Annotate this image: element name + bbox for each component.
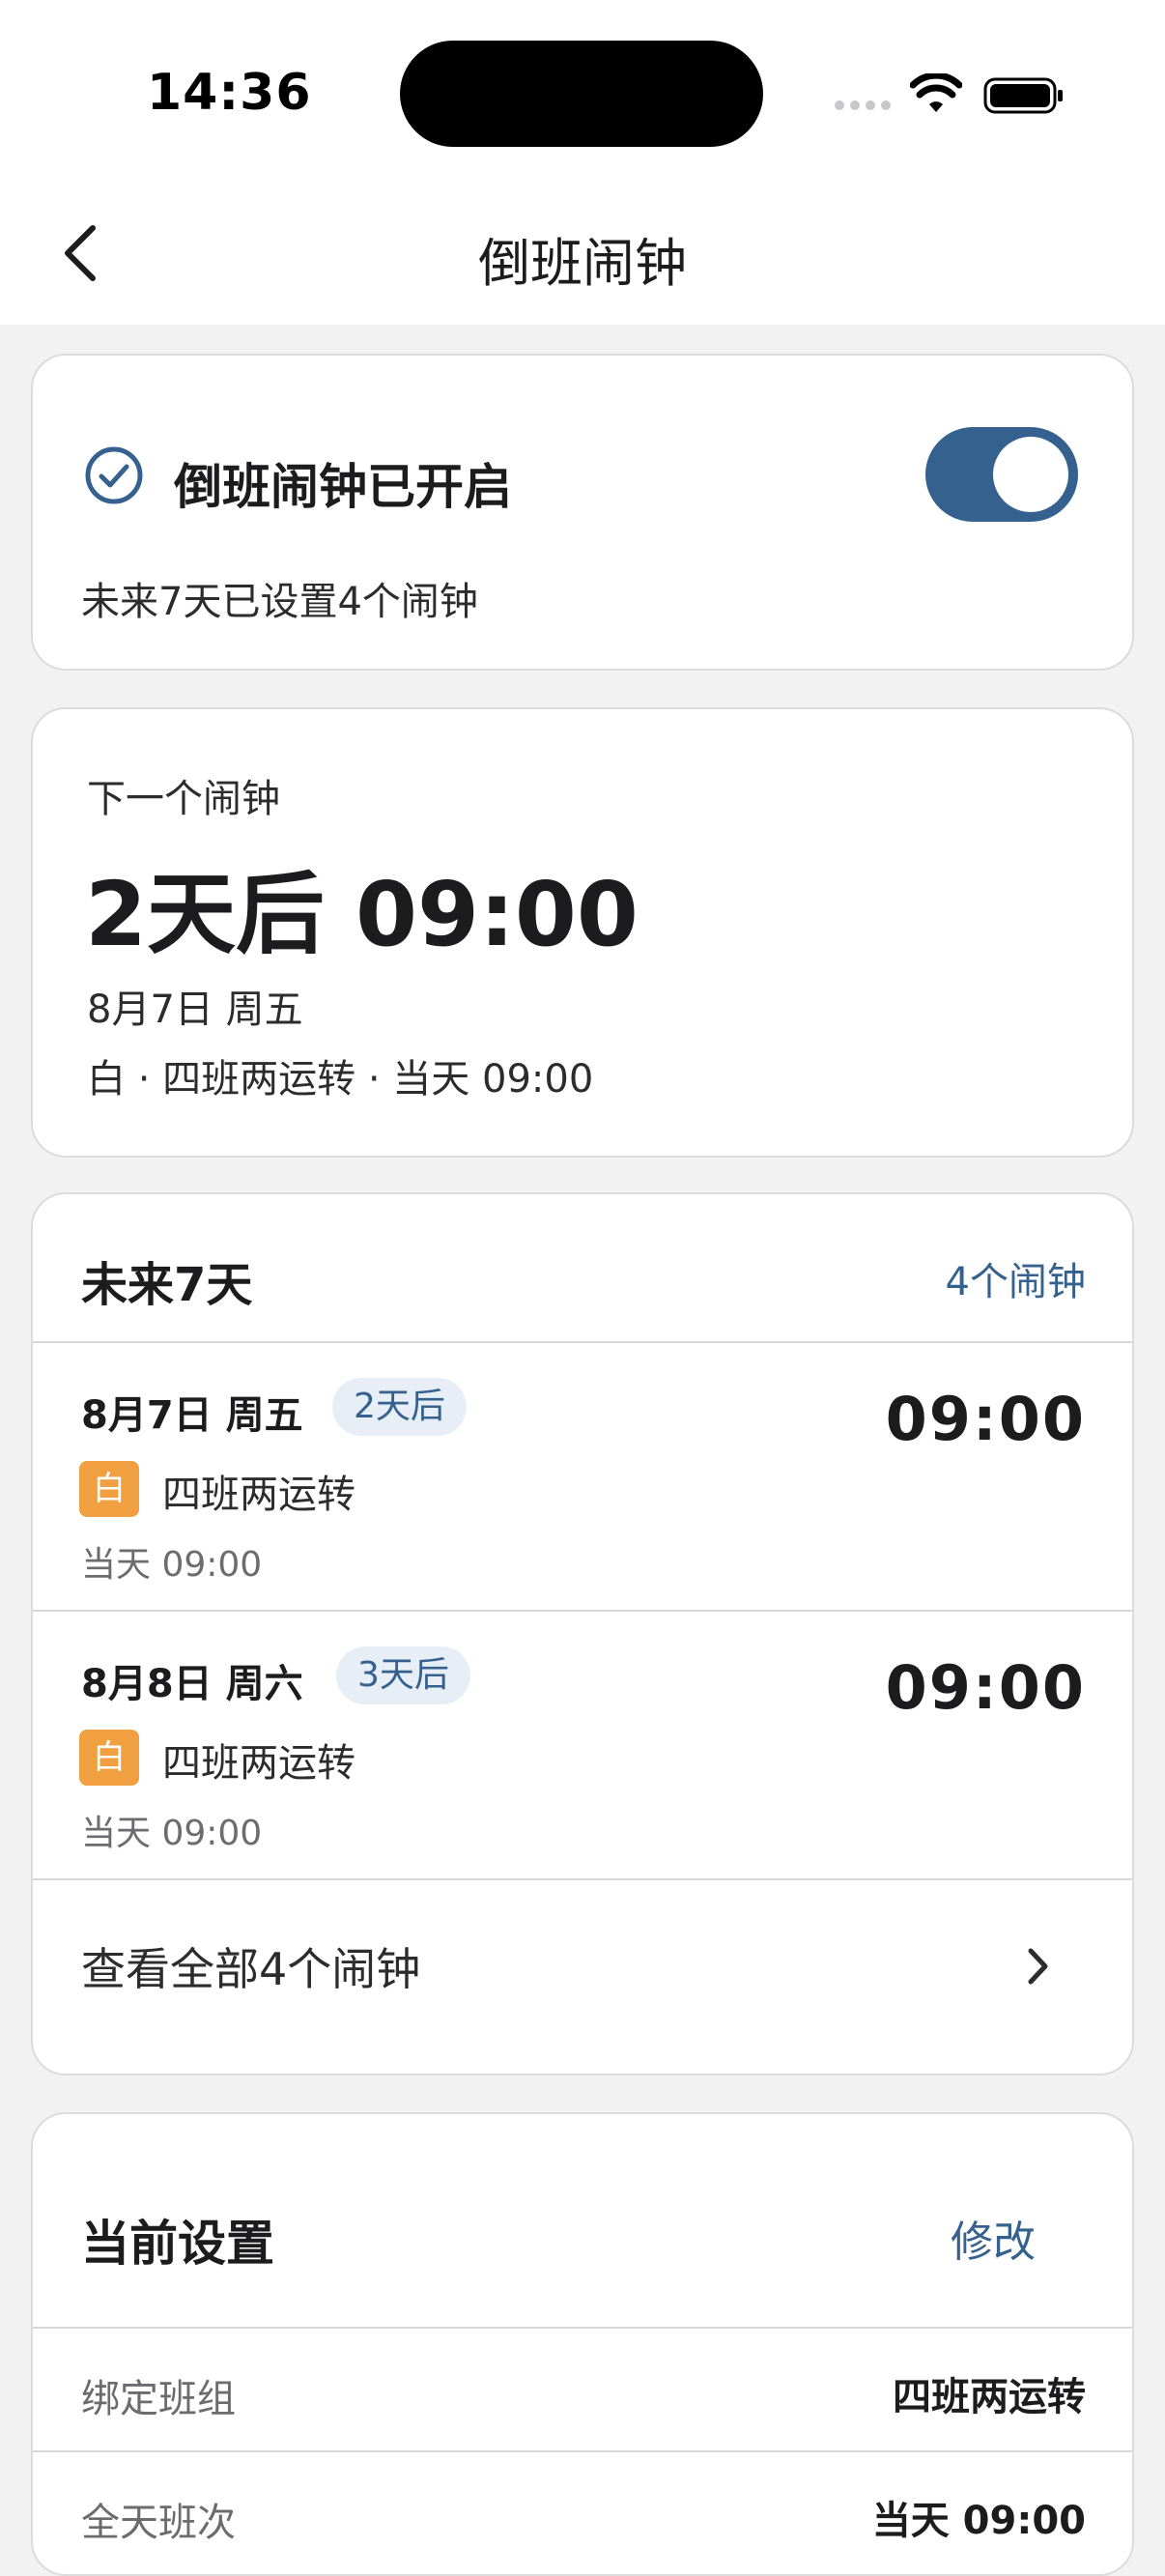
settings-value: 当天 09:00 [871, 2499, 1086, 2543]
settings-key: 绑定班组 [81, 2377, 236, 2421]
check-circle-icon [85, 446, 143, 504]
status-bar: 14:36 [0, 0, 1165, 184]
edit-settings-button[interactable]: 修改 [951, 2207, 1036, 2269]
view-all-label: 查看全部4个闹钟 [81, 1943, 421, 1995]
settings-row: 绑定班组 四班两运转 [33, 2329, 1132, 2452]
next-alarm-card: 下一个闹钟 2天后 09:00 8月7日 周五 白 · 四班两运转 · 当天 0… [31, 707, 1134, 1158]
view-all-alarms-button[interactable]: 查看全部4个闹钟 [33, 1880, 1132, 2074]
shift-group: 四班两运转 [162, 1741, 355, 1786]
alarm-toggle[interactable] [925, 427, 1078, 522]
days-until-badge: 3天后 [336, 1646, 470, 1704]
shift-tag: 白 [79, 1461, 139, 1517]
upcoming-alarms-card: 未来7天 4个闹钟 8月7日 周五 2天后 09:00 白 四班两运转 当天 0… [31, 1192, 1134, 2075]
alarm-subtext: 当天 09:00 [81, 1814, 263, 1853]
upcoming-title: 未来7天 [81, 1258, 253, 1312]
chevron-right-icon [1028, 1948, 1048, 1985]
alarm-time: 09:00 [885, 1384, 1086, 1454]
next-alarm-detail: 白 · 四班两运转 · 当天 09:00 [87, 1057, 594, 1102]
dynamic-island [400, 41, 763, 147]
alarm-list-item[interactable]: 8月8日 周六 3天后 09:00 白 四班两运转 当天 09:00 [33, 1612, 1132, 1880]
battery-icon [983, 77, 1063, 114]
wifi-icon [910, 73, 962, 112]
alarm-status-title: 倒班闹钟已开启 [174, 459, 512, 515]
status-time: 14:36 [147, 64, 312, 122]
alarm-time: 09:00 [885, 1652, 1086, 1723]
settings-header: 当前设置 修改 [33, 2114, 1132, 2329]
page-title: 倒班闹钟 [478, 233, 687, 294]
nav-bar: 倒班闹钟 [0, 184, 1165, 325]
days-until-badge: 2天后 [332, 1378, 467, 1436]
settings-key: 全天班次 [81, 2501, 236, 2545]
current-settings-card: 当前设置 修改 绑定班组 四班两运转 全天班次 当天 09:00 [31, 2112, 1134, 2576]
alarm-list-item[interactable]: 8月7日 周五 2天后 09:00 白 四班两运转 当天 09:00 [33, 1343, 1132, 1612]
next-alarm-label: 下一个闹钟 [87, 777, 280, 821]
next-alarm-date: 8月7日 周五 [87, 987, 303, 1032]
settings-value: 四班两运转 [893, 2375, 1086, 2419]
alarm-subtext: 当天 09:00 [81, 1545, 263, 1585]
upcoming-header: 未来7天 4个闹钟 [33, 1194, 1132, 1343]
alarm-date: 8月8日 周六 [81, 1662, 303, 1706]
shift-group: 四班两运转 [162, 1473, 355, 1517]
alarm-status-card: 倒班闹钟已开启 未来7天已设置4个闹钟 [31, 354, 1134, 671]
shift-tag: 白 [79, 1730, 139, 1786]
alarm-status-subtitle: 未来7天已设置4个闹钟 [81, 580, 478, 624]
settings-title: 当前设置 [81, 2216, 274, 2272]
upcoming-count: 4个闹钟 [945, 1260, 1086, 1304]
toggle-knob [993, 437, 1068, 512]
cellular-signal-icon [835, 100, 893, 112]
alarm-date: 8月7日 周五 [81, 1393, 303, 1438]
next-alarm-headline: 2天后 09:00 [85, 863, 639, 966]
settings-row: 全天班次 当天 09:00 [33, 2452, 1132, 2574]
